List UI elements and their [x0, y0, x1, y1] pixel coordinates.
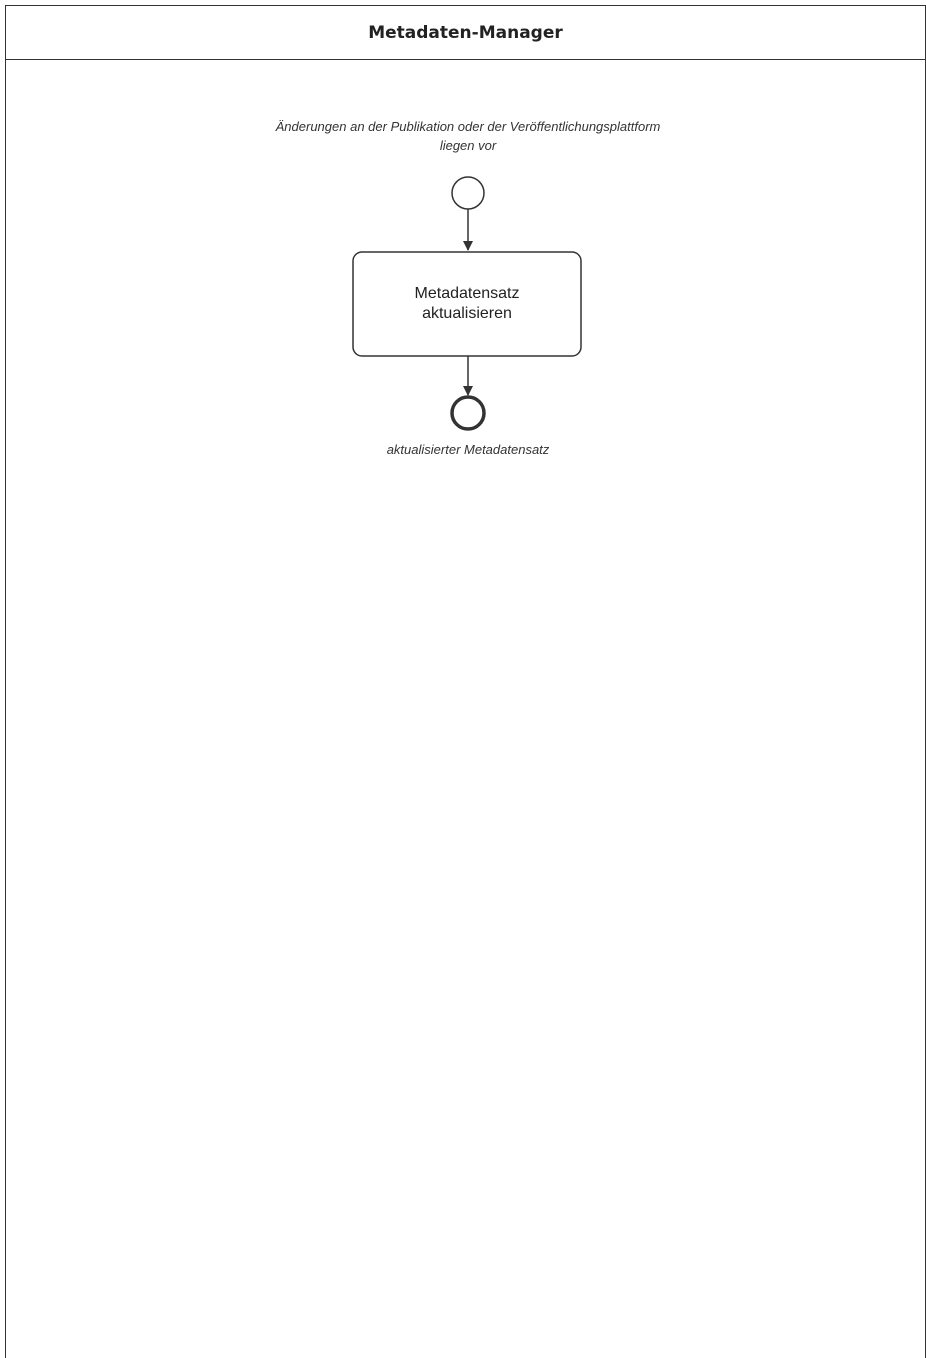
start-event-label: Änderungen an der Publikation oder der V…	[275, 119, 661, 153]
process-diagram	[352, 176, 582, 431]
task-box[interactable]	[352, 251, 582, 357]
end-event-label: aktualisierter Metadatensatz	[386, 442, 550, 457]
start-event[interactable]	[451, 176, 485, 210]
end-event[interactable]	[450, 395, 486, 431]
